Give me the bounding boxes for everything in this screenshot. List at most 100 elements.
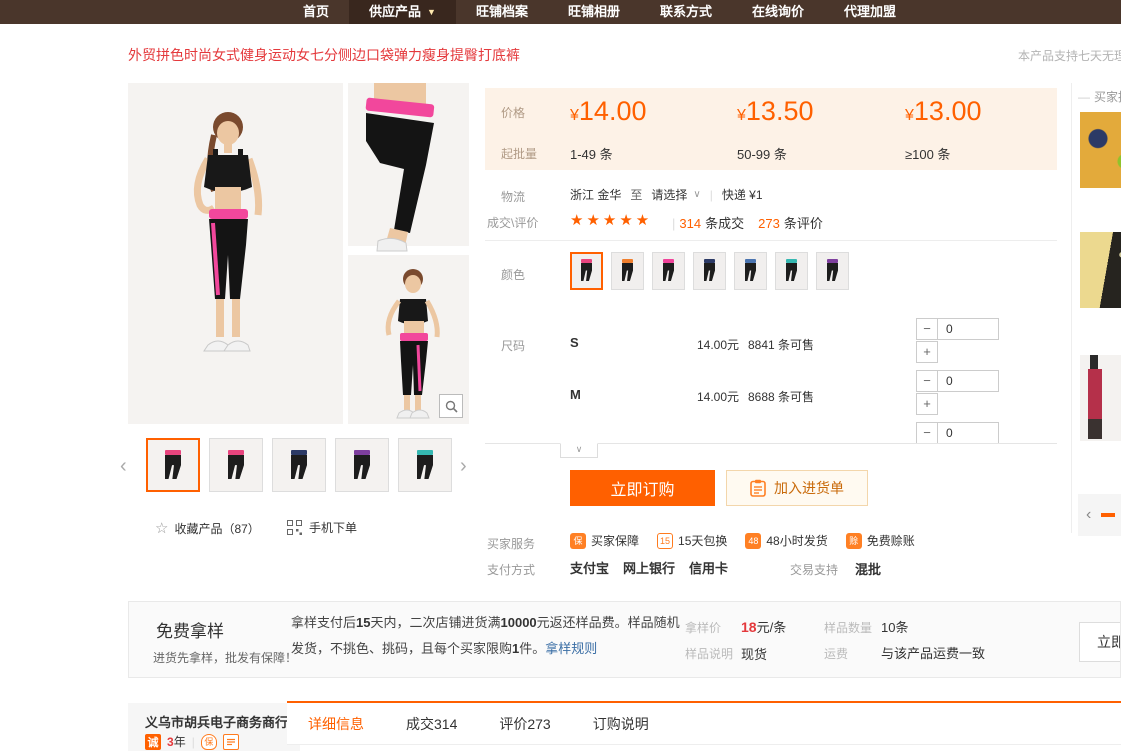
color-swatch-1[interactable] bbox=[570, 252, 603, 290]
nav-item-products[interactable]: 供应产品 ▼ bbox=[349, 0, 456, 24]
logistics-row: 浙江 金华 至 请选择 ∨ | 快递 ¥1 bbox=[570, 186, 763, 203]
divider-line bbox=[485, 240, 1057, 241]
tab-deals[interactable]: 成交314 bbox=[406, 714, 457, 734]
qty-minus-button[interactable]: − bbox=[916, 370, 938, 392]
size-label: 尺码 bbox=[501, 337, 525, 354]
detail-tabbar: 详细信息 成交314 评价273 订购说明 bbox=[287, 701, 1121, 745]
magnifier-icon bbox=[445, 400, 458, 413]
qty-input-3[interactable] bbox=[937, 422, 999, 443]
service-48h-ship[interactable]: 48 48小时发货 bbox=[745, 532, 827, 549]
service-15day-exchange[interactable]: 15 15天包换 bbox=[657, 532, 727, 549]
express-fee: 快递 ¥1 bbox=[722, 186, 763, 203]
payment-methods: 支付宝 网上银行 信用卡 bbox=[570, 558, 728, 577]
color-swatch-4[interactable] bbox=[693, 252, 726, 290]
qty-minus-button[interactable]: − bbox=[916, 318, 938, 340]
sample-qty-label: 样品数量 bbox=[824, 619, 872, 636]
product-main-image[interactable] bbox=[128, 83, 469, 424]
seller-info-box: 义乌市胡兵电子商务商行 诚 3年 | 保 bbox=[128, 703, 300, 751]
contract-icon bbox=[223, 734, 239, 750]
sidebar-divider bbox=[1071, 83, 1072, 533]
nav-item-contact[interactable]: 联系方式 bbox=[640, 0, 732, 24]
sample-rule-link[interactable]: 拿样规则 bbox=[545, 641, 597, 656]
size-selection-area: 尺码 S 14.00元 8841 条可售 − + M 14.00元 8688 条… bbox=[485, 310, 1057, 443]
sidebar-product-3[interactable] bbox=[1080, 355, 1121, 441]
product-page: 首页 供应产品 ▼ 旺铺档案 旺铺相册 联系方式 在线询价 代理加盟 外贸拼色时… bbox=[0, 0, 1121, 751]
logistics-origin: 浙江 金华 bbox=[570, 186, 621, 203]
seller-name[interactable]: 义乌市胡兵电子商务商行 bbox=[145, 712, 288, 731]
guarantee-badge-icon: 保 bbox=[570, 533, 586, 549]
dropdown-triangle-icon: ▼ bbox=[427, 0, 436, 24]
color-swatch-5[interactable] bbox=[734, 252, 767, 290]
qty-plus-button[interactable]: + bbox=[916, 393, 938, 415]
chevron-down-icon: ∨ bbox=[576, 444, 583, 454]
sidebar-pager-indicator bbox=[1101, 513, 1115, 517]
nav-item-archive[interactable]: 旺铺档案 bbox=[456, 0, 548, 24]
destination-select[interactable]: 请选择 ∨ bbox=[651, 186, 700, 203]
ship-badge-icon: 48 bbox=[745, 533, 761, 549]
trade-support-label: 交易支持 bbox=[790, 561, 838, 578]
nav-item-home[interactable]: 首页 bbox=[283, 0, 349, 24]
color-swatch-3[interactable] bbox=[652, 252, 685, 290]
thumbnail-4[interactable] bbox=[335, 438, 389, 492]
color-swatch-2[interactable] bbox=[611, 252, 644, 290]
heading-dash: — bbox=[1078, 90, 1090, 104]
get-sample-button[interactable]: 立即拿样 bbox=[1079, 622, 1121, 662]
deals-suffix: 条成交 bbox=[705, 213, 744, 232]
service-guarantee[interactable]: 保 买家保障 bbox=[570, 532, 639, 549]
color-swatch-7[interactable] bbox=[816, 252, 849, 290]
nav-item-inquiry[interactable]: 在线询价 bbox=[732, 0, 824, 24]
nav-item-agency[interactable]: 代理加盟 bbox=[824, 0, 916, 24]
tab-order-notes[interactable]: 订购说明 bbox=[593, 714, 649, 734]
thumbs-next-icon[interactable]: › bbox=[460, 455, 467, 478]
tab-detail-info[interactable]: 详细信息 bbox=[308, 714, 364, 734]
thumbnail-5[interactable] bbox=[398, 438, 452, 492]
nav-item-label: 供应产品 bbox=[369, 0, 421, 24]
image-zoom-button[interactable] bbox=[439, 394, 463, 418]
price-tier-3: ¥13.00 bbox=[905, 96, 981, 127]
guarantee-shield-icon: 保 bbox=[201, 734, 217, 750]
sidebar-heading: —买家推荐 bbox=[1078, 88, 1121, 105]
deals-count[interactable]: 314 bbox=[679, 216, 701, 231]
order-now-button[interactable]: 立即订购 bbox=[570, 470, 715, 506]
expand-sizes-tab[interactable]: ∨ bbox=[560, 443, 598, 458]
thumbnail-1[interactable] bbox=[146, 438, 200, 492]
size-row-m-name: M bbox=[570, 387, 581, 402]
add-to-cart-button[interactable]: 加入进货单 bbox=[726, 470, 868, 506]
qty-input-m[interactable] bbox=[937, 370, 999, 392]
sidebar-product-1[interactable] bbox=[1080, 112, 1121, 188]
sidebar-product-2[interactable] bbox=[1080, 232, 1121, 308]
logistics-label: 物流 bbox=[501, 188, 525, 205]
service-free-credit[interactable]: 赊 免费赊账 bbox=[846, 532, 915, 549]
favorite-product-button[interactable]: ☆ 收藏产品（87） bbox=[155, 519, 260, 537]
sample-note-label: 样品说明 bbox=[685, 645, 733, 662]
tab-reviews[interactable]: 评价273 bbox=[499, 714, 550, 734]
thumbs-prev-icon[interactable]: ‹ bbox=[120, 455, 127, 478]
rating-stars-icon: ★★★★★ bbox=[570, 211, 652, 229]
rating-label: 成交\评价 bbox=[487, 214, 538, 231]
price-box: 价格 ¥14.00 ¥13.50 ¥13.00 起批量 1-49 条 50-99… bbox=[485, 88, 1057, 170]
mobile-order-label: 手机下单 bbox=[309, 519, 357, 536]
size-row-s-name: S bbox=[570, 335, 579, 350]
sample-title: 免费拿样 bbox=[156, 617, 224, 642]
sidebar-prev-icon[interactable]: ‹ bbox=[1086, 506, 1091, 524]
color-swatch-6[interactable] bbox=[775, 252, 808, 290]
size-row-m-stock: 8688 条可售 bbox=[748, 388, 814, 405]
thumbnail-3[interactable] bbox=[272, 438, 326, 492]
payment-ebank: 网上银行 bbox=[623, 558, 675, 577]
qty-minus-button[interactable]: − bbox=[916, 422, 938, 443]
sample-price-label: 拿样价 bbox=[685, 619, 721, 636]
thumbnail-2[interactable] bbox=[209, 438, 263, 492]
nav-item-album[interactable]: 旺铺相册 bbox=[548, 0, 640, 24]
qty-input-s[interactable] bbox=[937, 318, 999, 340]
sample-note-value: 现货 bbox=[741, 644, 767, 663]
qty-plus-button[interactable]: + bbox=[916, 341, 938, 363]
price-tier-2: ¥13.50 bbox=[737, 96, 813, 127]
chevron-down-icon: ∨ bbox=[693, 189, 700, 200]
mobile-order-button[interactable]: 手机下单 bbox=[287, 519, 357, 536]
payment-label: 支付方式 bbox=[487, 561, 535, 578]
color-label: 颜色 bbox=[501, 266, 525, 283]
sample-price-value: 18元/条 bbox=[741, 617, 786, 636]
return-policy-note: 本产品支持七天无理由退货 bbox=[1018, 47, 1121, 64]
reviews-count[interactable]: 273 bbox=[758, 216, 780, 231]
rating-counts: | 314 条成交 273 条评价 bbox=[672, 213, 823, 232]
